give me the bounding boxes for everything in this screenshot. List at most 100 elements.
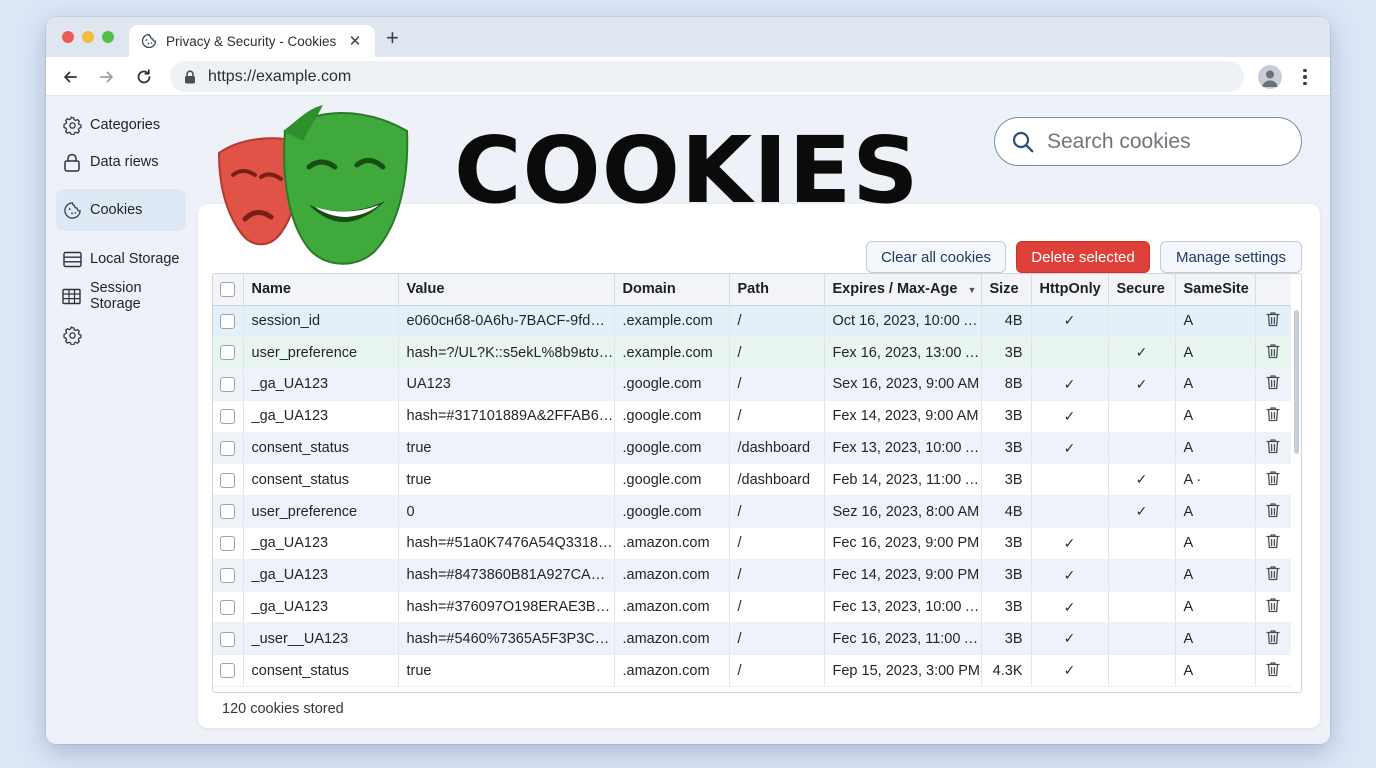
forward-arrow-icon[interactable] [95,65,119,89]
row-checkbox[interactable] [220,440,236,456]
row-checkbox[interactable] [220,408,236,424]
row-checkbox-cell[interactable] [213,368,244,401]
trash-icon[interactable] [1266,533,1280,549]
row-checkbox-cell[interactable] [213,654,244,688]
row-checkbox[interactable] [220,567,236,583]
delete-selected-button[interactable]: Delete selected [1016,241,1150,273]
trash-icon[interactable] [1266,597,1280,613]
close-tab-icon[interactable]: ✕ [347,32,363,50]
cookie-name-cell: consent_status [243,654,399,688]
sidebar-item-data-views[interactable]: Data riews [56,142,186,182]
row-actions-cell [1255,527,1291,560]
row-checkbox-cell[interactable] [213,559,244,592]
sidebar-item-cookies[interactable]: Cookies [56,189,186,231]
row-checkbox[interactable] [220,313,236,329]
trash-icon[interactable] [1266,438,1280,454]
reload-icon[interactable] [132,65,156,89]
clear-all-cookies-button[interactable]: Clear all cookies [866,241,1006,273]
trash-icon[interactable] [1266,374,1280,390]
trash-icon[interactable] [1266,470,1280,486]
select-all-checkbox[interactable] [220,281,236,297]
table-row[interactable]: _ga_UA123 hash=#51a0K7476A54Q33188... .ama… [213,527,1291,560]
active-tab[interactable]: Privacy & Security - Cookies ✕ [129,25,375,57]
sidebar-item-settings[interactable] [56,315,96,355]
sort-down-icon[interactable]: ▼ [967,285,976,295]
profile-avatar-icon[interactable] [1258,65,1282,89]
row-checkbox[interactable] [220,663,236,679]
row-checkbox[interactable] [220,377,236,393]
scrollbar-thumb[interactable] [1294,310,1299,454]
row-checkbox-cell[interactable] [213,495,244,529]
gear-icon [62,325,82,345]
row-actions-cell [1255,654,1291,688]
cookie-size-cell: 3B [981,527,1032,560]
row-checkbox-cell[interactable] [213,400,244,433]
column-header-name[interactable]: Name [243,274,399,306]
row-checkbox[interactable] [220,472,236,488]
table-row[interactable]: session_id e060cʜб8-0A6ƕ-7BACF-9fdD77....… [213,305,1291,338]
manage-settings-button[interactable]: Manage settings [1160,241,1302,273]
search-input[interactable] [1047,129,1318,154]
cookie-secure-cell [1108,305,1176,338]
sidebar-item-label: Session Storage [89,280,142,312]
trash-icon[interactable] [1266,629,1280,645]
table-row[interactable]: user_preference hash=?/UL?K::s5ekL%8b9ʁtʊ… [213,336,1291,370]
row-checkbox[interactable] [220,599,236,615]
trash-icon[interactable] [1266,502,1280,518]
trash-icon[interactable] [1266,565,1280,581]
row-checkbox-cell[interactable] [213,463,244,497]
table-row[interactable]: consent_status true .google.com/dashboard F… [213,463,1291,497]
row-checkbox[interactable] [220,504,236,520]
row-checkbox-cell[interactable] [213,336,244,370]
table-row[interactable]: _ga_UA123 hash=#376097O198ERAE3B30... .ama… [213,591,1291,624]
cookie-samesite-cell: A [1175,527,1256,560]
trash-icon[interactable] [1266,661,1280,677]
row-checkbox[interactable] [220,631,236,647]
cookie-size-cell: 3B [981,591,1032,624]
table-row[interactable]: _ga_UA123 UA123 .google.com / Sex 16, 2023, … [213,368,1291,401]
row-checkbox-cell[interactable] [213,622,244,656]
new-tab-button[interactable]: + [386,27,399,49]
table-row[interactable]: consent_status true .amazon.com / Fep 15, 20… [213,654,1291,688]
table-scrollbar[interactable] [1293,308,1299,691]
more-menu-icon[interactable] [1298,65,1312,89]
column-header-samesite[interactable]: SameSite [1175,274,1256,306]
column-header-secure[interactable]: Secure [1108,274,1176,306]
minimize-window-button[interactable] [82,31,94,43]
table-row[interactable]: user_preference 0 .google.com / Sez 16, 2023… [213,495,1291,529]
cookie-expires-cell: Sex 16, 2023, 9:00 AM [824,368,982,401]
search-box[interactable] [994,117,1318,166]
back-arrow-icon[interactable] [58,65,82,89]
column-header-value[interactable]: Value [398,274,615,306]
address-bar[interactable]: https://example.com [170,61,1244,92]
trash-icon[interactable] [1266,406,1280,422]
table-row[interactable]: _user__UA123 hash=#5460%7365A5F3P3C4d....… [213,622,1291,656]
column-header-domain[interactable]: Domain [614,274,730,306]
row-checkbox-cell[interactable] [213,591,244,624]
close-window-button[interactable] [62,31,74,43]
column-header-httponly[interactable]: HttpOnly [1031,274,1109,306]
cookie-expires-cell: Feb 14, 2023, 11:00 AM [824,463,982,497]
cookie-size-cell: 4B [981,495,1032,529]
column-header-expires[interactable]: Expires / Max-Age ▼ [824,274,982,306]
select-all-checkbox-cell[interactable] [213,274,244,306]
trash-icon[interactable] [1266,343,1280,359]
row-checkbox-cell[interactable] [213,527,244,560]
column-header-size[interactable]: Size [981,274,1032,306]
maximize-window-button[interactable] [102,31,114,43]
table-row[interactable]: consent_status true .google.com/dashboard F… [213,432,1291,465]
trash-icon[interactable] [1266,311,1280,327]
sidebar-item-session-storage[interactable]: Session Storage [56,276,196,316]
table-row[interactable]: _ga_UA123 hash=#317101889A&2FFAB6D... .goo… [213,400,1291,433]
row-checkbox-cell[interactable] [213,432,244,465]
row-checkbox[interactable] [220,536,236,552]
row-checkbox[interactable] [220,345,236,361]
url-text: https://example.com [208,67,352,85]
row-checkbox-cell[interactable] [213,305,244,338]
sidebar-item-local-storage[interactable]: Local Storage [56,239,191,279]
cookie-value-cell: hash=?/UL?K::s5ekL%8b9ʁtʊ1G... [398,336,615,370]
sidebar-item-categories[interactable]: Categories [56,105,186,145]
column-header-path[interactable]: Path [729,274,825,306]
table-row[interactable]: _ga_UA123 hash=#8473860B81A927CAC7... .ama… [213,559,1291,592]
cookie-value-cell: 0 [398,495,615,529]
